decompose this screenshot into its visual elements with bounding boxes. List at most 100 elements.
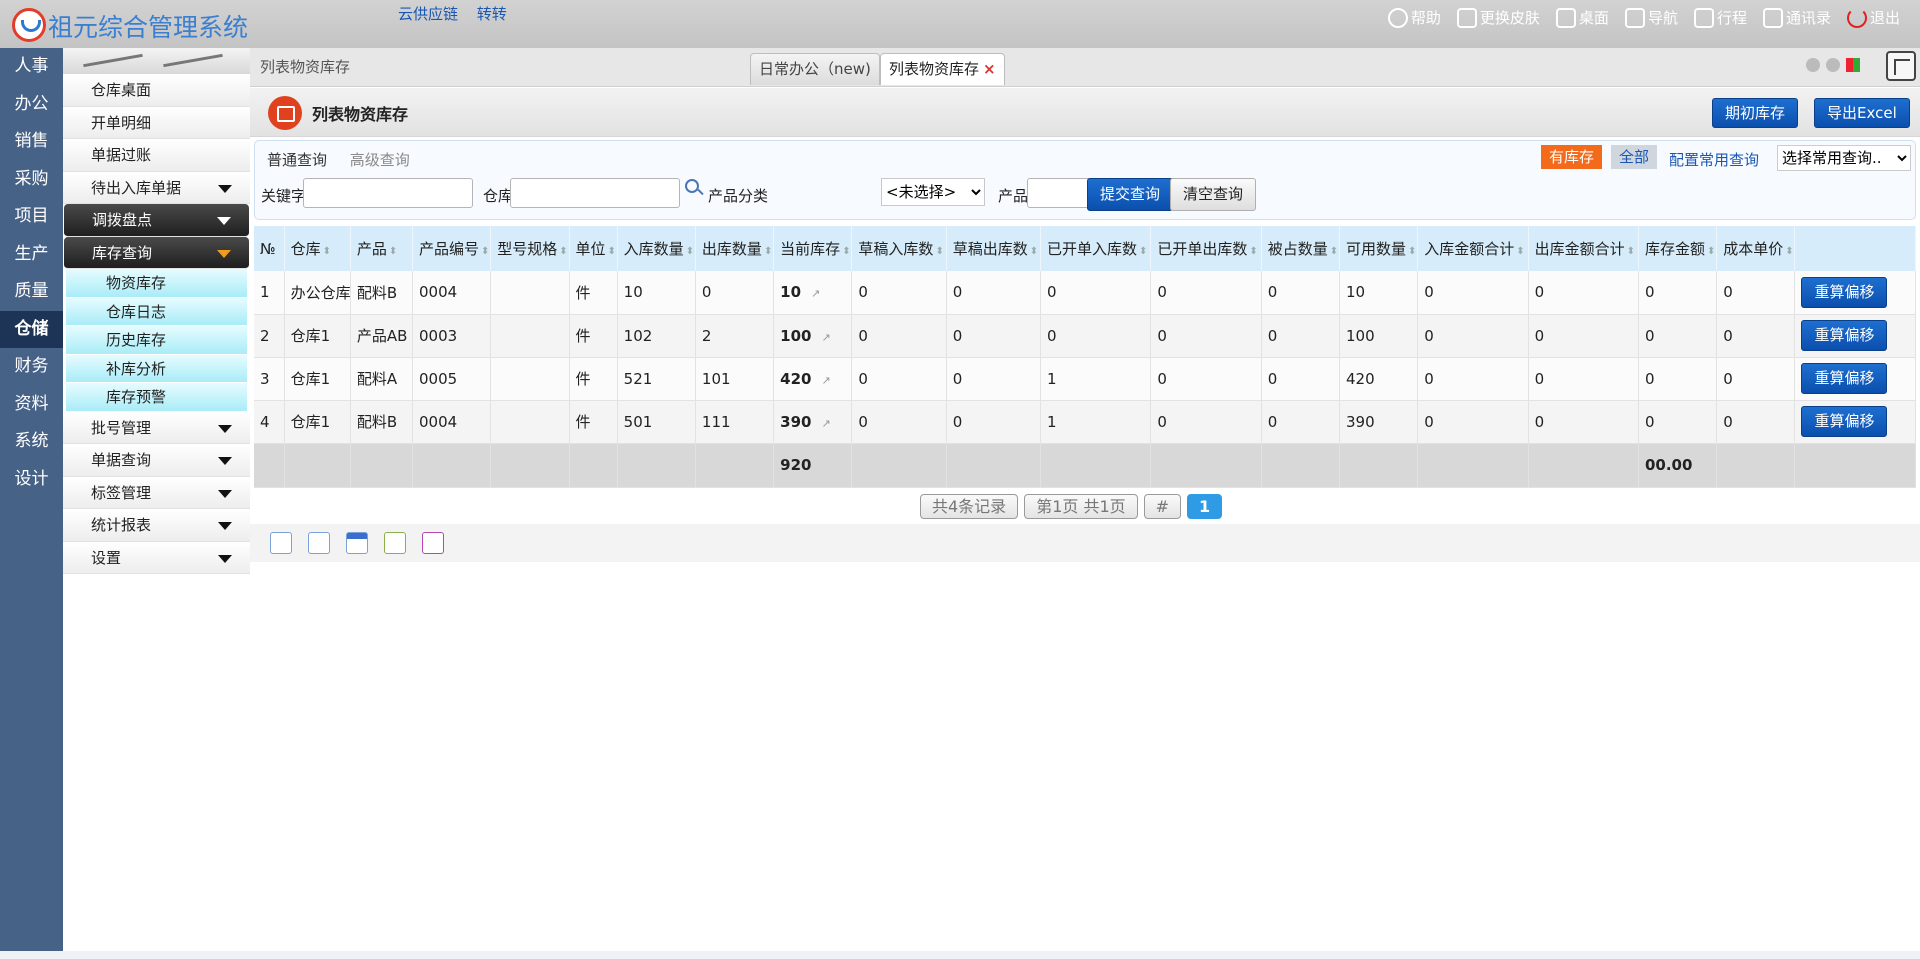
- sidebar-item-transfer-count[interactable]: 调拨盘点: [64, 204, 249, 237]
- help-button[interactable]: 帮助: [1387, 7, 1441, 28]
- page-jump[interactable]: #: [1143, 494, 1182, 519]
- external-link-icon[interactable]: ↗: [821, 417, 830, 430]
- initial-stock-button[interactable]: 期初库存: [1712, 98, 1799, 128]
- sidebar-item-stock-query[interactable]: 库存查询: [64, 236, 249, 269]
- sidebar-item-reports[interactable]: 统计报表: [63, 509, 250, 542]
- col-unit-cost[interactable]: 成本单价 ⬍: [1716, 226, 1796, 271]
- recalc-offset-button[interactable]: 重算偏移: [1801, 276, 1888, 308]
- select-cells-icon[interactable]: [270, 532, 292, 554]
- module-project[interactable]: 项目: [0, 198, 63, 236]
- config-common-query-link[interactable]: 配置常用查询: [1669, 149, 1759, 170]
- schedule-button[interactable]: 行程: [1693, 7, 1747, 28]
- contacts-button[interactable]: 通讯录: [1762, 7, 1831, 28]
- tab-advanced-query[interactable]: 高级查询: [350, 151, 410, 169]
- keyword-input[interactable]: [303, 178, 473, 208]
- module-quality[interactable]: 质量: [0, 273, 63, 311]
- module-office[interactable]: 办公: [0, 86, 63, 124]
- module-finance[interactable]: 财务: [0, 348, 63, 386]
- close-icon[interactable]: ×: [983, 60, 996, 78]
- external-link-icon[interactable]: ↗: [811, 287, 820, 300]
- sidebar-sub-warehouse-log[interactable]: 仓库日志: [66, 297, 247, 326]
- sidebar-sub-history-stock[interactable]: 历史库存: [66, 326, 247, 355]
- document-icon[interactable]: [308, 532, 330, 554]
- filter-in-stock-button[interactable]: 有库存: [1541, 145, 1603, 169]
- module-system[interactable]: 系统: [0, 423, 63, 461]
- col-stock-amount[interactable]: 库存金额 ⬍: [1638, 226, 1718, 271]
- cell-current-stock[interactable]: 390 ↗: [773, 400, 853, 444]
- recalc-offset-button[interactable]: 重算偏移: [1801, 320, 1888, 351]
- module-hr[interactable]: 人事: [0, 48, 63, 86]
- recalc-offset-button[interactable]: 重算偏移: [1801, 406, 1888, 437]
- col-available[interactable]: 可用数量 ⬍: [1339, 226, 1419, 271]
- module-purchase[interactable]: 采购: [0, 161, 63, 199]
- module-warehouse[interactable]: 仓储: [0, 310, 63, 348]
- collapse-sidebar-button[interactable]: [63, 48, 250, 74]
- sidebar-item-posting[interactable]: 单据过账: [63, 139, 250, 172]
- col-in-qty[interactable]: 入库数量 ⬍: [617, 226, 696, 271]
- link-zhuanzhuan[interactable]: 转转: [477, 5, 507, 23]
- cell-current-stock[interactable]: 10 ↗: [773, 271, 853, 315]
- external-link-icon[interactable]: ↗: [821, 374, 830, 387]
- col-draft-in[interactable]: 草稿入库数 ⬍: [851, 226, 947, 271]
- cell-current-stock[interactable]: 420 ↗: [773, 357, 853, 401]
- col-reserved[interactable]: 被占数量 ⬍: [1261, 226, 1340, 271]
- link-supply-chain[interactable]: 云供应链: [398, 5, 458, 23]
- fullscreen-icon[interactable]: [1886, 51, 1916, 81]
- col-in-amount[interactable]: 入库金额合计 ⬍: [1417, 226, 1529, 271]
- col-product-code[interactable]: 产品编号 ⬍: [412, 226, 492, 271]
- col-unit[interactable]: 单位 ⬍: [569, 226, 618, 271]
- external-link-icon[interactable]: ↗: [821, 331, 830, 344]
- col-ordered-out[interactable]: 已开单出库数 ⬍: [1150, 226, 1262, 271]
- category-select[interactable]: <未选择>: [881, 178, 985, 206]
- tab-prev-icon[interactable]: [1806, 58, 1820, 72]
- tab-material-stock[interactable]: 列表物资库存 ×: [880, 53, 1005, 85]
- page-1-button[interactable]: 1: [1187, 494, 1223, 519]
- warehouse-search-icon[interactable]: [685, 179, 699, 193]
- col-product[interactable]: 产品 ⬍: [350, 226, 414, 271]
- col-ordered-in[interactable]: 已开单入库数 ⬍: [1040, 226, 1152, 271]
- navigation-button[interactable]: 导航: [1624, 7, 1678, 28]
- warehouse-input[interactable]: [510, 178, 680, 208]
- sidebar-item-warehouse-desktop[interactable]: 仓库桌面: [63, 74, 250, 107]
- module-production[interactable]: 生产: [0, 236, 63, 274]
- recalc-offset-button[interactable]: 重算偏移: [1801, 363, 1888, 394]
- tab-menu-icon[interactable]: [1846, 58, 1860, 72]
- module-design[interactable]: 设计: [0, 461, 63, 499]
- col-current-stock[interactable]: 当前库存 ⬍: [773, 226, 853, 271]
- tab-normal-query[interactable]: 普通查询: [267, 151, 327, 169]
- sidebar-item-settings[interactable]: 设置: [63, 541, 250, 574]
- col-warehouse[interactable]: 仓库 ⬍: [284, 226, 351, 271]
- tab-next-icon[interactable]: [1826, 58, 1840, 72]
- puzzle-icon[interactable]: [422, 532, 444, 554]
- sidebar-sub-stock-warning[interactable]: 库存预警: [66, 383, 247, 412]
- module-sales[interactable]: 销售: [0, 123, 63, 161]
- col-out-qty[interactable]: 出库数量 ⬍: [695, 226, 775, 271]
- cell-current-stock[interactable]: 100 ↗: [773, 314, 853, 358]
- sidebar-item-doc-query[interactable]: 单据查询: [63, 444, 250, 477]
- module-data[interactable]: 资料: [0, 386, 63, 424]
- change-skin-button[interactable]: 更换皮肤: [1456, 7, 1540, 28]
- logout-button[interactable]: 退出: [1846, 7, 1900, 28]
- desktop-button[interactable]: 桌面: [1555, 7, 1609, 28]
- filter-all-button[interactable]: 全部: [1611, 145, 1658, 169]
- col-out-amount[interactable]: 出库金额合计 ⬍: [1528, 226, 1639, 271]
- col-model-spec[interactable]: 型号规格 ⬍: [490, 226, 570, 271]
- sidebar-item-batch[interactable]: 批号管理: [63, 411, 250, 444]
- submit-query-button[interactable]: 提交查询: [1087, 178, 1174, 211]
- stock-value: 10: [780, 283, 802, 302]
- sidebar-sub-replenish-analysis[interactable]: 补库分析: [66, 354, 247, 383]
- export-excel-button[interactable]: 导出Excel: [1814, 98, 1910, 128]
- table-grid-icon[interactable]: [346, 532, 368, 554]
- chevron-down-icon: [218, 489, 232, 498]
- sidebar-item-pending-io[interactable]: 待出入库单据: [63, 171, 250, 204]
- clear-query-button[interactable]: 清空查询: [1170, 178, 1257, 211]
- tab-daily-office[interactable]: 日常办公（new): [750, 53, 880, 85]
- sidebar-sub-material-stock[interactable]: 物资库存: [66, 269, 247, 298]
- cell-reserved: 0: [1261, 271, 1340, 315]
- common-query-select[interactable]: 选择常用查询..: [1777, 145, 1911, 171]
- home-icon: [1555, 7, 1576, 28]
- edit-icon[interactable]: [384, 532, 406, 554]
- sidebar-item-order-details[interactable]: 开单明细: [63, 106, 250, 139]
- col-draft-out[interactable]: 草稿出库数 ⬍: [946, 226, 1042, 271]
- sidebar-item-labels[interactable]: 标签管理: [63, 476, 250, 509]
